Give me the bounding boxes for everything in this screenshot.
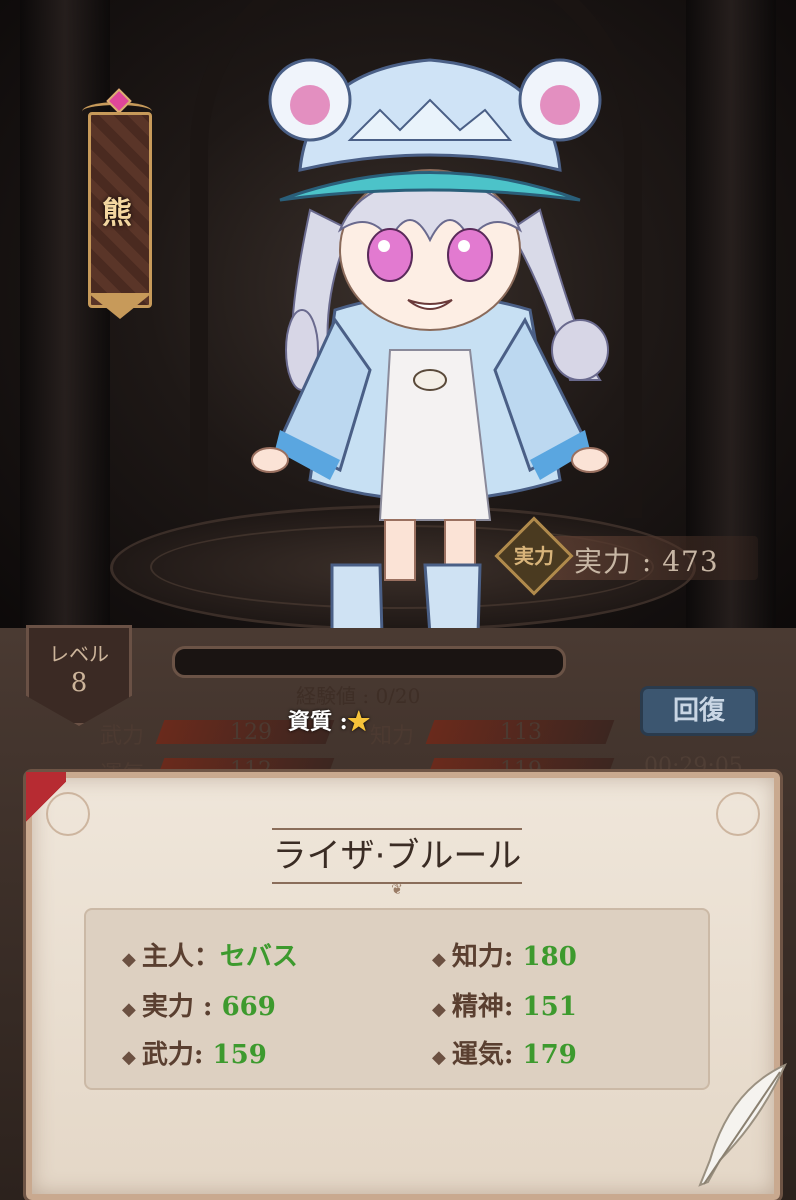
stat-label: 精神	[451, 992, 504, 1022]
diamond-bullet-icon: ◆	[122, 1047, 136, 1068]
stat-value: 151	[522, 992, 577, 1022]
stat-label: 知力	[451, 942, 504, 972]
character-name: ライザ·ブルール	[272, 836, 522, 876]
stat-value: セバス	[219, 942, 298, 972]
stat-sep: :	[503, 1040, 523, 1070]
stat-label: 主人	[141, 942, 194, 972]
diamond-bullet-icon: ◆	[432, 1047, 446, 1068]
stat-strength: ◆ 武力: 159	[122, 1034, 267, 1071]
quality-label: 資質 :	[288, 709, 348, 735]
quality-rating: 資質 :★	[288, 704, 370, 736]
quill-icon	[698, 1062, 788, 1187]
stat-value: 669	[221, 992, 276, 1022]
bg-stat-label: 武力	[100, 724, 145, 749]
diamond-bullet-icon: ◆	[122, 949, 136, 970]
diamond-bullet-icon: ◆	[432, 949, 446, 970]
character-info-card: ライザ·ブルール ❦ ◆ 主人：セバス ◆ 実力 : 669 ◆ 武力: 159 ◆ 知…	[26, 772, 780, 1200]
stat-power: ◆ 実力 : 669	[122, 986, 276, 1023]
corner-ornament-icon	[46, 792, 90, 836]
power-badge: 実力 実力 : 473	[494, 516, 758, 596]
stats-box: ◆ 主人：セバス ◆ 実力 : 669 ◆ 武力: 159 ◆ 知力: 180 ◆ 精神:…	[84, 908, 710, 1090]
recover-button[interactable]: 回復	[640, 686, 758, 736]
stat-spirit: ◆ 精神: 151	[432, 986, 577, 1023]
stat-sep: :	[193, 992, 222, 1022]
flourish-ornament-icon: ❦	[391, 882, 403, 898]
stat-label: 運気	[451, 1040, 504, 1070]
experience-bar	[172, 646, 566, 678]
bg-stat-value: 113	[500, 720, 542, 745]
stat-intelligence: ◆ 知力: 180	[432, 936, 577, 973]
banner-label: 熊	[102, 196, 132, 231]
stat-value: 159	[212, 1040, 267, 1070]
stat-label: 実力	[141, 992, 194, 1022]
level-value: 8	[70, 668, 88, 698]
stat-luck: ◆ 運気: 179	[432, 1034, 577, 1071]
stat-value: 180	[522, 942, 577, 972]
character-name-plate: ライザ·ブルール	[272, 828, 522, 884]
stat-owner: ◆ 主人：セバス	[122, 936, 298, 973]
power-emblem-text: 実力	[514, 544, 554, 568]
bg-stat-label: 知力	[370, 724, 415, 749]
unit-type-banner: 熊	[82, 88, 152, 328]
banner-tail	[88, 293, 152, 319]
stat-sep: :	[503, 992, 523, 1022]
diamond-bullet-icon: ◆	[432, 999, 446, 1020]
bg-stat-value: 129	[230, 720, 272, 745]
diamond-bullet-icon: ◆	[122, 999, 136, 1020]
level-label: レベル	[49, 642, 109, 666]
stat-sep: :	[503, 942, 523, 972]
stat-sep: :	[193, 1040, 213, 1070]
stat-value: 179	[522, 1040, 577, 1070]
stat-label: 武力	[141, 1040, 194, 1070]
quality-star-icon: ★	[347, 709, 370, 735]
corner-ornament-icon	[716, 792, 760, 836]
power-value: 実力 : 473	[574, 545, 719, 578]
stat-sep: ：	[193, 942, 220, 972]
